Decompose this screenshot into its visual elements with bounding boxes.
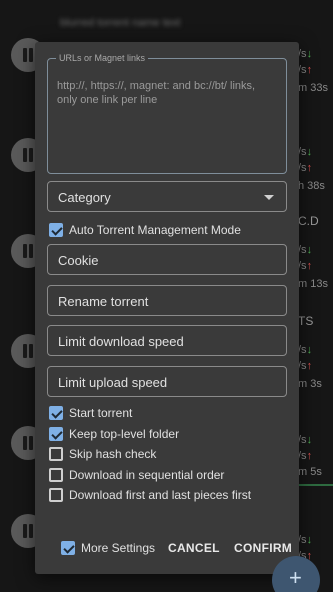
checkbox-checked-icon[interactable] — [61, 541, 75, 555]
start-torrent-checkbox[interactable]: Start torrent — [49, 404, 132, 422]
upload-arrow-icon: ↑ — [306, 162, 313, 174]
eta: h 38s — [298, 180, 325, 192]
download-arrow-icon: ↓ — [306, 344, 313, 356]
urls-input[interactable]: URLs or Magnet links http://, https://, … — [47, 53, 287, 174]
auto-tmm-checkbox[interactable]: Auto Torrent Management Mode — [49, 221, 241, 239]
eta: m 5s — [298, 466, 322, 478]
dropdown-arrow-icon — [264, 195, 274, 200]
rename-field[interactable]: Rename torrent — [47, 285, 287, 316]
add-torrent-dialog: URLs or Magnet links http://, https://, … — [35, 42, 299, 574]
eta: m 3s — [298, 378, 322, 390]
eta: m 33s — [298, 82, 328, 94]
download-arrow-icon: ↓ — [306, 244, 313, 256]
confirm-button[interactable]: CONFIRM — [234, 541, 292, 555]
cookie-field[interactable]: Cookie — [47, 244, 287, 275]
download-arrow-icon: ↓ — [306, 534, 313, 546]
upload-arrow-icon: ↑ — [306, 450, 313, 462]
more-settings-checkbox[interactable]: More Settings — [61, 541, 155, 555]
keep-top-level-checkbox[interactable]: Keep top-level folder — [49, 425, 179, 443]
checkbox-empty-icon[interactable] — [49, 488, 63, 502]
checkbox-checked-icon[interactable] — [49, 427, 63, 441]
torrent-name: blurred torrent name text — [60, 17, 181, 29]
upload-arrow-icon: ↑ — [306, 64, 313, 76]
dialog-footer: More Settings CANCEL CONFIRM — [35, 537, 299, 563]
eta: m 13s — [298, 278, 328, 290]
checkbox-checked-icon[interactable] — [49, 406, 63, 420]
download-arrow-icon: ↓ — [306, 434, 313, 446]
category-select[interactable]: Category — [47, 181, 287, 212]
urls-label: URLs or Magnet links — [56, 53, 149, 63]
torrent-tag: C.D — [298, 214, 319, 228]
cancel-button[interactable]: CANCEL — [168, 541, 220, 555]
first-last-pieces-checkbox[interactable]: Download first and last pieces first — [49, 486, 251, 504]
add-icon: + — [289, 565, 302, 590]
urls-placeholder: http://, https://, magnet: and bc://bt/ … — [57, 80, 256, 106]
sequential-checkbox[interactable]: Download in sequential order — [49, 466, 224, 484]
progress-bar — [296, 484, 333, 486]
checkbox-empty-icon[interactable] — [49, 468, 63, 482]
upload-arrow-icon: ↑ — [306, 360, 313, 372]
upload-arrow-icon: ↑ — [306, 260, 313, 272]
download-arrow-icon: ↓ — [306, 146, 313, 158]
torrent-tag: TS — [298, 314, 314, 328]
checkbox-checked-icon[interactable] — [49, 223, 63, 237]
checkbox-empty-icon[interactable] — [49, 447, 63, 461]
download-arrow-icon: ↓ — [306, 48, 313, 60]
limit-upload-field[interactable]: Limit upload speed — [47, 366, 287, 397]
skip-hash-checkbox[interactable]: Skip hash check — [49, 445, 156, 463]
limit-download-field[interactable]: Limit download speed — [47, 325, 287, 356]
